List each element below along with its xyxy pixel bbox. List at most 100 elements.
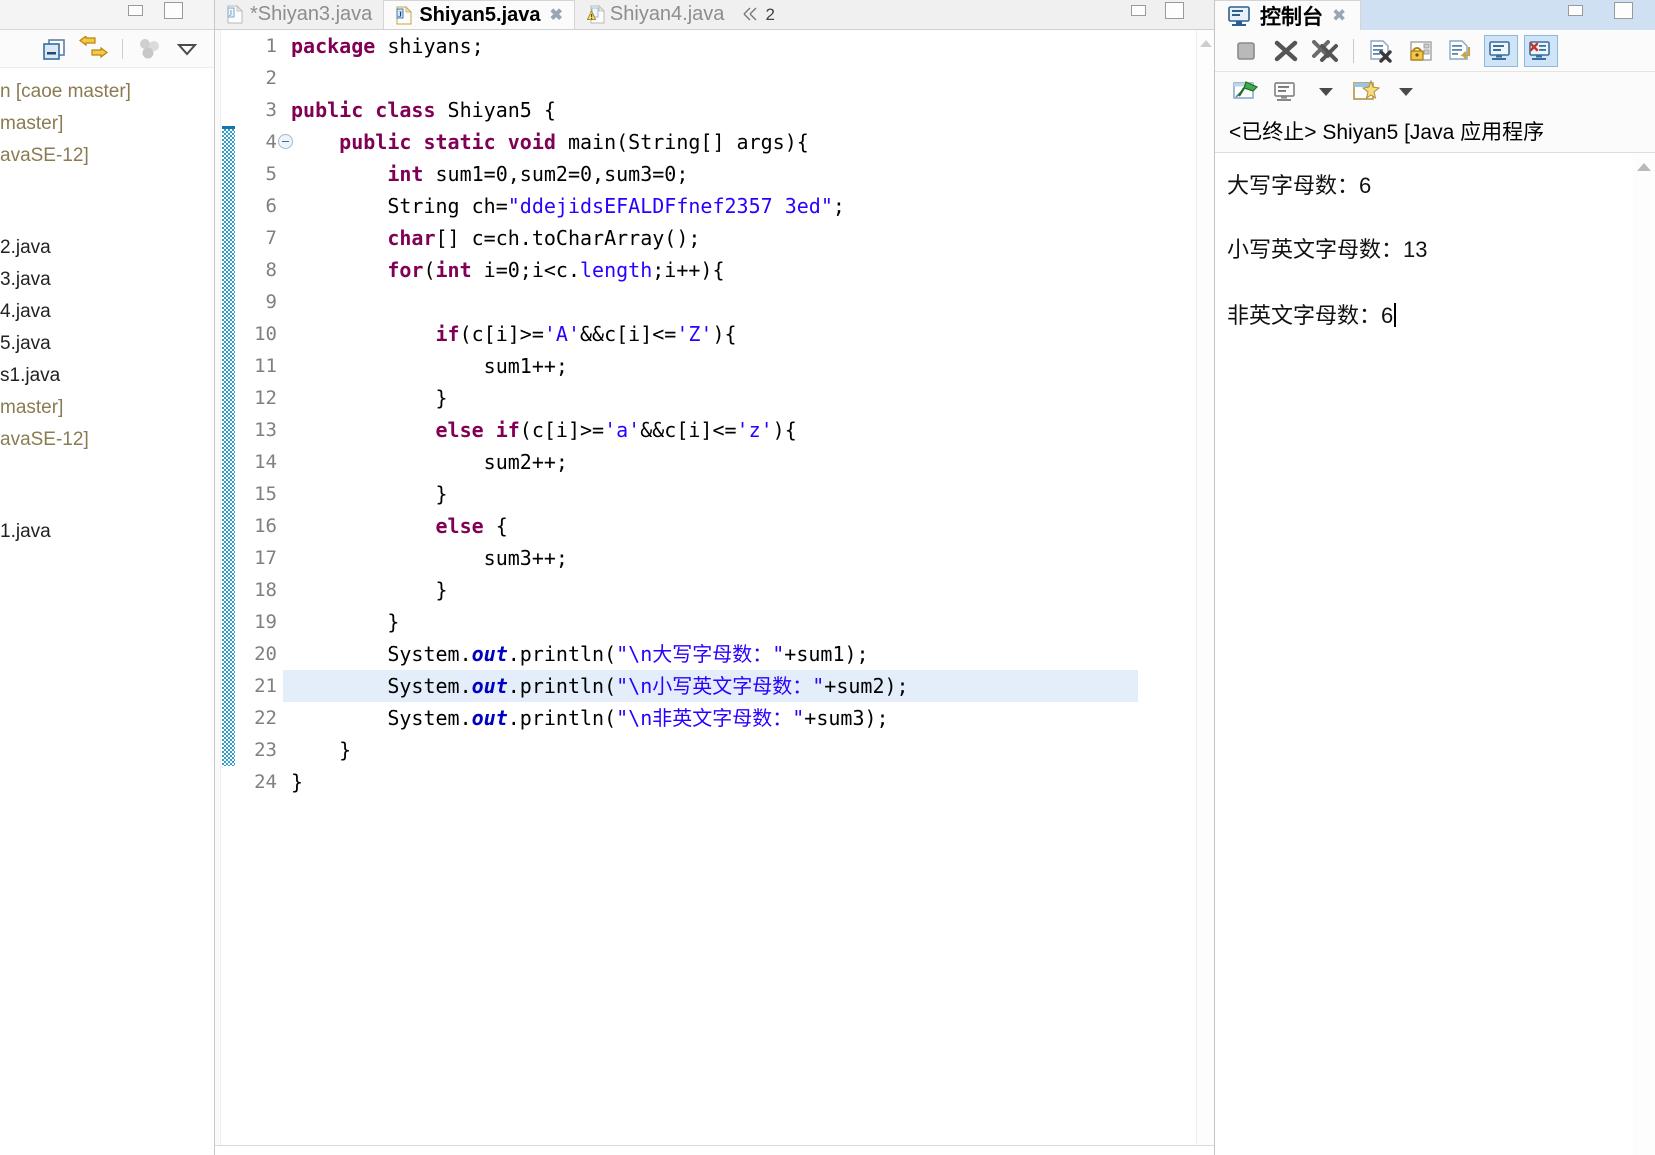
editor-line-number-gutter[interactable]: 1 2 3 4 5 6 7 8 9 10 11 12 13 14 15 16 17 18 19 20 21 22 23 24 — [235, 30, 293, 1145]
view-menu-icon[interactable] — [136, 37, 164, 61]
code-line[interactable]: else if(c[i]>='a'&&c[i]<='z'){ — [291, 414, 1214, 446]
code-line[interactable]: package shiyans; — [291, 30, 1214, 62]
editor-maximize-button[interactable] — [1165, 2, 1184, 19]
editor-body[interactable]: 1 2 3 4 5 6 7 8 9 10 11 12 13 14 15 16 17 18 19 20 21 22 23 24 … — [215, 30, 1214, 1145]
scroll-up-arrow-icon[interactable] — [1200, 40, 1212, 47]
collapse-all-icon[interactable] — [41, 37, 69, 61]
toolbar-separator — [122, 38, 123, 59]
eclipse-ide-window: n [caoe master] master] avaSE-12] 2.java… — [0, 0, 1655, 1155]
scroll-up-arrow-icon[interactable] — [1637, 163, 1651, 171]
show-on-stdout-icon[interactable] — [1484, 34, 1518, 67]
line-number: 22 — [254, 707, 277, 729]
code-line[interactable]: if(c[i]>='A'&&c[i]<='Z'){ — [291, 318, 1214, 350]
code-token: sum1++; — [291, 354, 568, 378]
tree-gap — [0, 202, 214, 232]
line-number: 10 — [254, 323, 277, 345]
close-icon[interactable]: ✖ — [1332, 6, 1346, 26]
close-icon[interactable]: ✖ — [550, 5, 563, 25]
code-token: package — [291, 34, 388, 58]
code-line[interactable]: char[] c=ch.toCharArray(); — [291, 222, 1214, 254]
word-wrap-icon[interactable] — [1444, 35, 1478, 67]
line-number: 7 — [265, 227, 277, 249]
code-token: else — [435, 514, 484, 538]
pin-console-icon[interactable] — [1229, 76, 1263, 108]
code-token: { — [483, 514, 508, 538]
tree-item[interactable]: avaSE-12] — [0, 140, 214, 172]
show-on-stderr-icon[interactable] — [1524, 34, 1558, 67]
code-line[interactable]: String ch="ddejidsEFALDFfnef2357 3ed"; — [291, 190, 1214, 222]
code-line[interactable]: public class Shiyan5 { — [291, 94, 1214, 126]
link-with-editor-icon[interactable] — [79, 34, 109, 62]
code-line[interactable]: for(int i=0;i<c.length;i++){ — [291, 254, 1214, 286]
code-token: public static void — [339, 130, 568, 154]
java-file-icon: J — [396, 5, 413, 25]
explorer-tree[interactable]: n [caoe master] master] avaSE-12] 2.java… — [0, 68, 214, 548]
code-line[interactable]: } — [291, 478, 1214, 510]
tree-gap — [0, 486, 214, 516]
console-tab[interactable]: 控制台 ✖ — [1215, 0, 1362, 30]
tree-item-shiyan4[interactable]: 4.java — [0, 296, 214, 328]
code-line[interactable]: System.out.println("\n小写英文字母数："+sum2); — [283, 670, 1138, 702]
code-line[interactable]: int sum1=0,sum2=0,sum3=0; — [291, 158, 1214, 190]
tree-item-shiyans1[interactable]: s1.java — [0, 360, 214, 392]
code-line[interactable]: sum3++; — [291, 542, 1214, 574]
code-line[interactable] — [291, 62, 1214, 94]
tree-item-shiyan1[interactable]: 1.java — [0, 516, 214, 548]
tree-item-shiyan3[interactable]: 3.java — [0, 264, 214, 296]
code-line[interactable]: } — [291, 606, 1214, 638]
code-token: (c[i]>= — [459, 322, 544, 346]
console-output[interactable]: 大写字母数：6 小写英文字母数：13 非英文字母数：6 — [1215, 153, 1633, 1155]
remove-all-terminated-icon[interactable] — [1309, 35, 1343, 67]
editor-code-text[interactable]: package shiyans; public class Shiyan5 { … — [283, 30, 1214, 1145]
editor-tab-shiyan3[interactable]: J *Shiyan3.java — [215, 0, 383, 29]
console-vertical-scrollbar[interactable] — [1633, 153, 1655, 1155]
console-output-line: 小写英文字母数：13 — [1227, 237, 1428, 262]
tree-item[interactable]: n [caoe master] — [0, 76, 214, 108]
chevron-down-icon[interactable] — [174, 38, 200, 60]
code-line[interactable]: public static void main(String[] args){ — [291, 126, 1214, 158]
scroll-lock-icon[interactable] — [1404, 35, 1438, 67]
code-line[interactable]: } — [291, 766, 1214, 798]
explorer-minimize-button[interactable] — [128, 5, 143, 16]
console-output-wrap: 大写字母数：6 小写英文字母数：13 非英文字母数：6 — [1215, 153, 1655, 1155]
tree-item[interactable]: master] — [0, 392, 214, 424]
editor-tab-overflow[interactable]: 2 — [735, 0, 775, 29]
code-line[interactable]: sum2++; — [291, 446, 1214, 478]
console-maximize-button[interactable] — [1614, 2, 1633, 19]
chevron-down-icon[interactable] — [1309, 76, 1343, 108]
code-line[interactable] — [291, 286, 1214, 318]
editor-tab-shiyan4[interactable]: Shiyan4.java — [575, 0, 736, 29]
code-token: 'Z' — [676, 322, 713, 346]
clear-console-icon[interactable] — [1364, 35, 1398, 67]
line-number: 12 — [254, 387, 277, 409]
java-file-icon: J — [227, 5, 243, 24]
code-token: ( — [423, 258, 436, 282]
editor-vertical-scrollbar[interactable] — [1196, 30, 1214, 1145]
tree-item-shiyan2[interactable]: 2.java — [0, 232, 214, 264]
remove-launch-icon[interactable] — [1269, 35, 1303, 67]
editor-minimize-button[interactable] — [1131, 5, 1146, 16]
console-minimize-button[interactable] — [1568, 5, 1583, 16]
editor-tab-shiyan5[interactable]: J Shiyan5.java ✖ — [383, 0, 575, 29]
code-line[interactable]: } — [291, 382, 1214, 414]
code-token: System. — [291, 706, 472, 730]
display-selected-console-icon[interactable] — [1269, 76, 1303, 108]
code-line[interactable]: else { — [291, 510, 1214, 542]
code-line[interactable]: } — [291, 734, 1214, 766]
line-number: 5 — [265, 163, 277, 185]
tree-item[interactable]: master] — [0, 108, 214, 140]
console-tabstrip: 控制台 ✖ — [1215, 0, 1655, 30]
chevron-down-icon[interactable] — [1389, 76, 1423, 108]
code-line[interactable]: System.out.println("\n大写字母数："+sum1); — [291, 638, 1214, 670]
code-line[interactable]: System.out.println("\n非英文字母数："+sum3); — [291, 702, 1214, 734]
code-token: (c[i]>= — [519, 418, 605, 442]
code-line[interactable]: sum1++; — [291, 350, 1214, 382]
open-console-icon[interactable] — [1349, 76, 1383, 108]
code-line[interactable]: } — [291, 574, 1214, 606]
tree-item[interactable]: avaSE-12] — [0, 424, 214, 456]
tree-item-shiyan5-selected[interactable]: 5.java — [0, 333, 51, 354]
terminate-icon[interactable] — [1229, 35, 1263, 67]
explorer-maximize-button[interactable] — [164, 2, 183, 19]
